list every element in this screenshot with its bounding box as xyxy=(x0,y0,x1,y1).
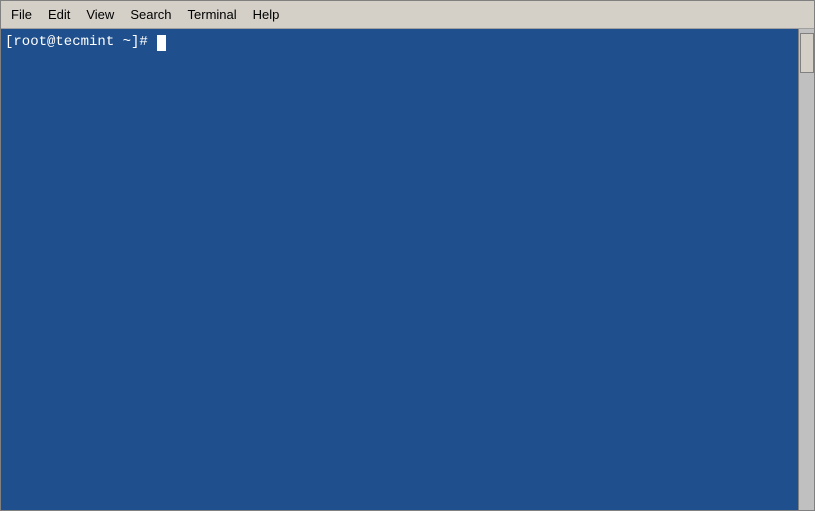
scrollbar[interactable] xyxy=(798,29,814,510)
terminal-window: File Edit View Search Terminal Help [roo… xyxy=(0,0,815,511)
scrollbar-thumb[interactable] xyxy=(800,33,814,73)
menu-edit[interactable]: Edit xyxy=(40,4,78,26)
terminal-body[interactable]: [root@tecmint ~]# xyxy=(1,29,814,510)
menu-help[interactable]: Help xyxy=(245,4,288,26)
menu-terminal[interactable]: Terminal xyxy=(180,4,245,26)
terminal-cursor xyxy=(157,35,166,51)
prompt-text: [root@tecmint ~]# xyxy=(5,33,156,53)
menu-file[interactable]: File xyxy=(3,4,40,26)
terminal-prompt-line: [root@tecmint ~]# xyxy=(5,33,810,53)
menubar: File Edit View Search Terminal Help xyxy=(1,1,814,29)
menu-search[interactable]: Search xyxy=(122,4,179,26)
menu-view[interactable]: View xyxy=(78,4,122,26)
